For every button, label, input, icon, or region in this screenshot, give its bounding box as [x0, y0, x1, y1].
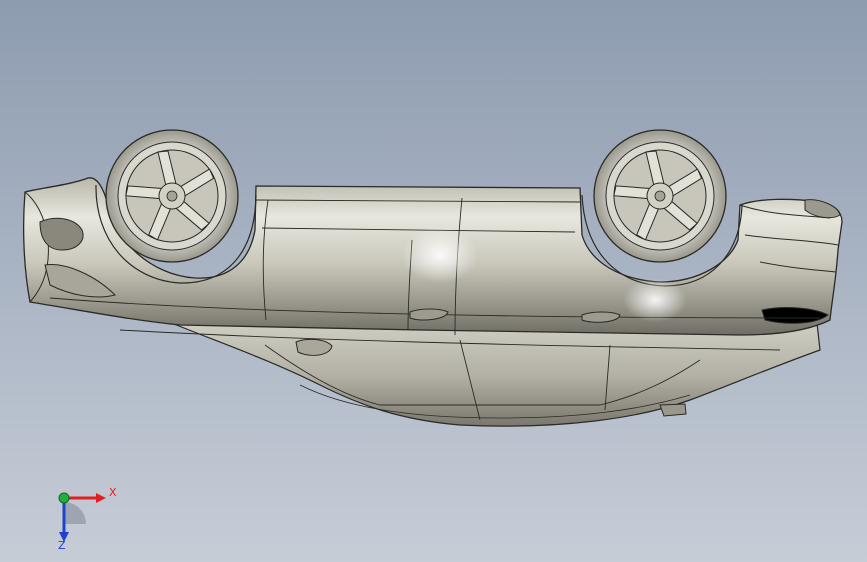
- body-highlight-rear: [623, 278, 687, 322]
- front-wheel[interactable]: [105, 129, 239, 263]
- y-axis-dot: [58, 492, 70, 504]
- z-axis-label: Z: [58, 539, 66, 550]
- side-mirror: [295, 338, 333, 356]
- triad-shadow: [64, 502, 86, 524]
- x-axis-label: X: [109, 486, 117, 499]
- graphics-viewport[interactable]: X Z: [0, 0, 867, 562]
- x-axis-arrow: [96, 493, 106, 503]
- antenna-fin: [659, 403, 687, 417]
- reference-triad: X Z: [58, 486, 117, 550]
- car-model[interactable]: [0, 0, 867, 562]
- body-highlight-front: [402, 227, 478, 283]
- rear-wheel[interactable]: [593, 129, 727, 263]
